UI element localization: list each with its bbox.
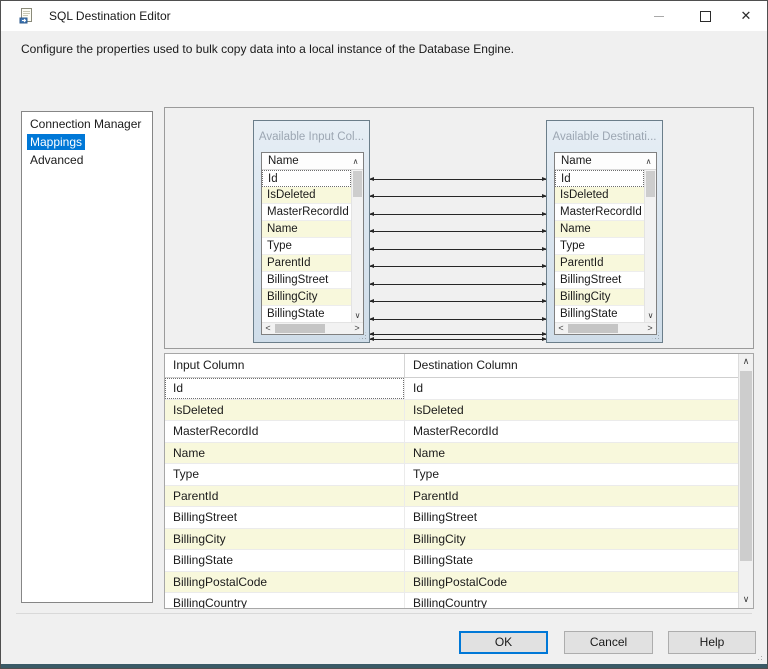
list-item[interactable]: Name: [555, 221, 644, 238]
destination-box-title: Available Destinati...: [552, 131, 657, 143]
list-item[interactable]: ParentId: [262, 255, 351, 272]
maximize-icon: [699, 10, 711, 22]
scroll-up-icon[interactable]: ∧: [350, 153, 361, 170]
list-item[interactable]: BillingCity: [555, 289, 644, 306]
scrollbar-thumb[interactable]: [353, 171, 362, 197]
list-item[interactable]: BillingState: [262, 306, 351, 322]
input-list-rows: Id IsDeleted MasterRecordId Name Type Pa…: [262, 170, 351, 322]
available-input-columns-box[interactable]: Available Input Col... Name ∧ Id IsDelet…: [253, 120, 370, 343]
pages-list: Connection Manager Mappings Advanced: [21, 111, 153, 603]
mapping-connection[interactable]: [369, 299, 547, 303]
table-row[interactable]: BillingPostalCode BillingPostalCode: [165, 571, 738, 593]
table-row[interactable]: Name Name: [165, 442, 738, 464]
scroll-up-icon[interactable]: ∧: [643, 153, 654, 170]
table-row[interactable]: BillingCountry BillingCountry: [165, 593, 738, 608]
input-columns-list: Name ∧ Id IsDeleted MasterRecordId Name …: [261, 152, 364, 335]
list-item[interactable]: BillingState: [555, 306, 644, 322]
destination-list-rows: Id IsDeleted MasterRecordId Name Type Pa…: [555, 170, 644, 322]
grid-vertical-scrollbar[interactable]: ∧ ∨: [738, 354, 753, 608]
table-row[interactable]: IsDeleted IsDeleted: [165, 399, 738, 421]
mappings-grid: Input Column Destination Column Id Id IsD…: [164, 353, 754, 609]
window-title: SQL Destination Editor: [49, 9, 171, 23]
mapping-connection[interactable]: [369, 317, 547, 321]
scroll-left-icon[interactable]: <: [262, 323, 274, 334]
scrollbar-thumb[interactable]: [275, 324, 325, 333]
horizontal-scrollbar[interactable]: < >: [555, 322, 656, 334]
list-item[interactable]: Name: [262, 221, 351, 238]
scroll-up-icon[interactable]: ∧: [739, 354, 753, 370]
resize-grip-icon[interactable]: [652, 332, 660, 340]
resize-grip-icon[interactable]: [359, 332, 367, 340]
mapping-connection[interactable]: [369, 247, 547, 251]
destination-list-name-header[interactable]: Name ∧: [555, 153, 656, 170]
vertical-scrollbar[interactable]: ∨: [644, 170, 656, 322]
minimize-button[interactable]: [636, 1, 682, 31]
sql-destination-editor-dialog: SQL Destination Editor ✕ Configure the p…: [0, 0, 768, 669]
input-list-name-header[interactable]: Name ∧: [262, 153, 363, 170]
app-icon: [19, 8, 32, 24]
minimize-icon: [654, 15, 664, 17]
list-item[interactable]: MasterRecordId: [262, 204, 351, 221]
input-column-header[interactable]: Input Column: [165, 354, 405, 377]
table-row[interactable]: ParentId ParentId: [165, 485, 738, 507]
mapping-connection[interactable]: [369, 177, 547, 181]
input-box-title: Available Input Col...: [258, 131, 365, 143]
available-destination-columns-box[interactable]: Available Destinati... Name ∧ Id IsDelet…: [546, 120, 663, 343]
mapping-connection[interactable]: [369, 264, 547, 268]
mapping-connection[interactable]: [369, 332, 547, 336]
destination-column-header[interactable]: Destination Column: [405, 354, 738, 377]
table-row[interactable]: MasterRecordId MasterRecordId: [165, 421, 738, 443]
window-resize-grip-icon[interactable]: [755, 653, 763, 661]
footer-divider: [16, 613, 752, 614]
close-icon: ✕: [740, 8, 752, 24]
list-item[interactable]: BillingCity: [262, 289, 351, 306]
list-item[interactable]: Id: [262, 170, 351, 187]
vertical-scrollbar[interactable]: ∨: [351, 170, 363, 322]
scrollbar-thumb[interactable]: [740, 371, 752, 561]
list-item[interactable]: BillingStreet: [262, 272, 351, 289]
ok-button[interactable]: OK: [459, 631, 548, 654]
table-row[interactable]: BillingStreet BillingStreet: [165, 507, 738, 529]
table-row[interactable]: BillingState BillingState: [165, 550, 738, 572]
dialog-description: Configure the properties used to bulk co…: [21, 42, 514, 56]
scroll-left-icon[interactable]: <: [555, 323, 567, 334]
destination-columns-list: Name ∧ Id IsDeleted MasterRecordId Name …: [554, 152, 657, 335]
mapping-designer-panel: Available Input Col... Name ∧ Id IsDelet…: [164, 107, 754, 349]
list-item[interactable]: Type: [555, 238, 644, 255]
list-item[interactable]: ParentId: [555, 255, 644, 272]
mapping-connection[interactable]: [369, 229, 547, 233]
mapping-connection[interactable]: [369, 194, 547, 198]
mapping-connection[interactable]: [369, 337, 547, 341]
scrollbar-thumb[interactable]: [568, 324, 618, 333]
scroll-down-icon[interactable]: ∨: [352, 310, 363, 322]
sidebar-item-connection-manager[interactable]: Connection Manager: [22, 115, 152, 133]
list-item[interactable]: Id: [555, 170, 644, 187]
table-row[interactable]: BillingCity BillingCity: [165, 528, 738, 550]
cancel-button[interactable]: Cancel: [564, 631, 653, 654]
list-item[interactable]: MasterRecordId: [555, 204, 644, 221]
table-row[interactable]: Type Type: [165, 464, 738, 486]
title-bar: SQL Destination Editor ✕: [1, 1, 767, 31]
mapping-connection[interactable]: [369, 212, 547, 216]
maximize-button[interactable]: [682, 1, 728, 31]
list-item[interactable]: IsDeleted: [555, 187, 644, 204]
scrollbar-thumb[interactable]: [646, 171, 655, 197]
help-button[interactable]: Help: [668, 631, 756, 654]
list-item[interactable]: IsDeleted: [262, 187, 351, 204]
list-item[interactable]: Type: [262, 238, 351, 255]
grid-body: Id Id IsDeleted IsDeleted MasterRecordId Ma…: [165, 378, 738, 608]
table-row[interactable]: Id Id: [165, 378, 738, 400]
scroll-down-icon[interactable]: ∨: [645, 310, 656, 322]
horizontal-scrollbar[interactable]: < >: [262, 322, 363, 334]
window-bottom-edge: [1, 664, 767, 668]
grid-header-row: Input Column Destination Column: [165, 354, 738, 378]
close-button[interactable]: ✕: [723, 1, 767, 31]
sidebar-item-advanced[interactable]: Advanced: [22, 151, 152, 169]
list-item[interactable]: BillingStreet: [555, 272, 644, 289]
scroll-down-icon[interactable]: ∨: [739, 592, 753, 608]
sidebar-item-mappings[interactable]: Mappings: [22, 133, 152, 151]
mapping-connection[interactable]: [369, 282, 547, 286]
